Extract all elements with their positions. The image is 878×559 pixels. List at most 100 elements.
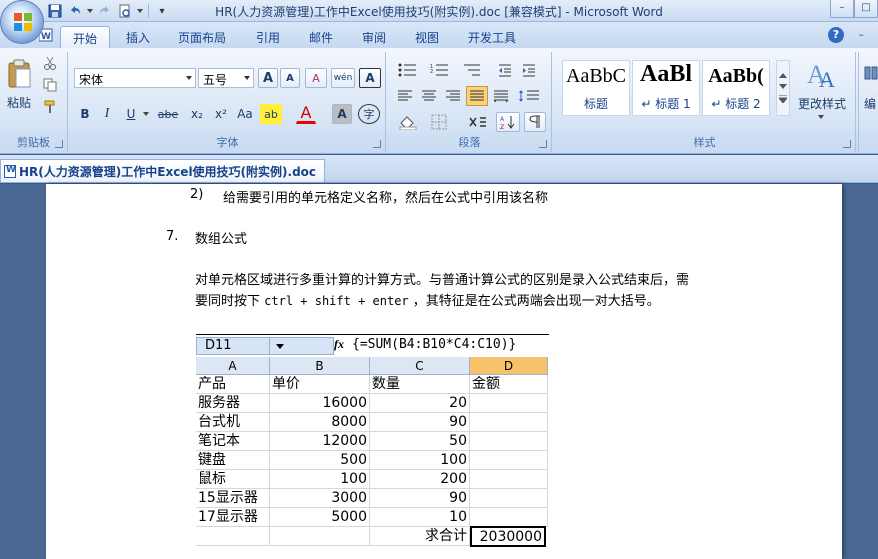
excel-cell — [470, 451, 548, 470]
maximize-button[interactable]: □ — [854, 0, 878, 18]
redo-icon[interactable] — [96, 2, 114, 20]
document-tab-bar: HR(人力资源管理)工作中Excel使用技巧(附实例).doc — [0, 155, 878, 183]
tab-references[interactable]: 引用 — [246, 26, 290, 48]
help-icon[interactable]: ? — [828, 27, 844, 43]
svg-text:Z: Z — [500, 124, 504, 130]
customize-qat-button[interactable]: ▾ — [153, 2, 171, 20]
bold-button[interactable]: B — [76, 104, 94, 124]
bullets-icon[interactable] — [394, 60, 424, 80]
ribbon-tab-strip: W 开始 插入 页面布局 引用 邮件 审阅 视图 开发工具 ? – — [0, 22, 878, 48]
change-case-button[interactable]: Aa — [234, 104, 256, 124]
styles-scroll[interactable] — [776, 60, 790, 116]
font-color-button[interactable]: A — [296, 102, 316, 124]
borders-icon[interactable] — [426, 112, 454, 132]
align-left-icon[interactable] — [394, 86, 416, 106]
multilevel-list-icon[interactable] — [458, 60, 488, 80]
binoculars-icon[interactable] — [863, 58, 878, 88]
font-group-label: 字体 — [216, 136, 239, 149]
numbering-icon[interactable]: 12 — [426, 60, 456, 80]
phonetic-guide-button[interactable]: wén — [331, 68, 355, 88]
clipboard-launcher-icon[interactable] — [55, 140, 63, 148]
change-styles-button[interactable]: 更改样式 — [790, 94, 854, 112]
font-size-combo[interactable]: 五号 — [198, 68, 254, 88]
office-button[interactable] — [0, 0, 44, 44]
qat-dropdown-icon[interactable] — [136, 2, 144, 20]
increase-indent-icon[interactable] — [518, 60, 540, 80]
font-launcher-icon[interactable] — [373, 140, 381, 148]
line-spacing-icon[interactable] — [514, 86, 544, 106]
underline-dropdown-icon[interactable] — [142, 104, 150, 124]
chinese-layout-icon[interactable] — [464, 112, 492, 132]
chevron-down-icon[interactable] — [779, 84, 787, 89]
print-preview-icon[interactable] — [116, 2, 134, 20]
show-marks-icon[interactable] — [524, 112, 546, 132]
distributed-icon[interactable] — [490, 86, 512, 106]
excel-cell — [470, 394, 548, 413]
style-item-heading1[interactable]: AaBl ↵ 标题 1 — [632, 60, 700, 116]
align-center-icon[interactable] — [418, 86, 440, 106]
word-document-icon — [4, 165, 16, 178]
styles-launcher-icon[interactable] — [843, 140, 851, 148]
sort-icon[interactable]: AZ — [496, 112, 520, 132]
save-icon[interactable] — [46, 2, 64, 20]
clear-format-button[interactable]: A — [305, 68, 327, 88]
tab-home[interactable]: 开始 — [60, 26, 110, 48]
style-item-heading2[interactable]: AaBb( ↵ 标题 2 — [702, 60, 770, 116]
tab-review[interactable]: 审阅 — [352, 26, 396, 48]
minimize-button[interactable]: – — [830, 0, 854, 18]
embedded-excel-image[interactable]: D11 fx {=SUM(B4:B10*C4:C10)} A B C D 产品 单价 数量金… — [196, 334, 549, 549]
undo-dropdown-icon[interactable] — [86, 2, 94, 20]
justify-icon[interactable] — [466, 86, 488, 106]
excel-cell: 键盘 — [196, 451, 270, 470]
office-logo-icon — [14, 13, 32, 31]
fx-icon: fx — [334, 337, 344, 351]
enclose-characters-button[interactable]: 字 — [358, 104, 380, 124]
tab-mailings[interactable]: 邮件 — [300, 26, 342, 48]
paragraph-line-1: 对单元格区域进行多重计算的计算方式。与普通计算公式的区别是录入公式结束后，需 — [195, 273, 690, 288]
align-right-icon[interactable] — [442, 86, 464, 106]
subscript-button[interactable]: x₂ — [186, 104, 208, 124]
undo-icon[interactable] — [66, 2, 84, 20]
tab-insert[interactable]: 插入 — [114, 26, 162, 48]
excel-cell: 鼠标 — [196, 470, 270, 489]
list-item-text: 给需要引用的单元格定义名称，然后在公式中引用该名称 — [223, 191, 549, 206]
underline-button[interactable]: U — [122, 104, 140, 124]
shading-icon[interactable] — [394, 112, 422, 132]
paste-button[interactable]: 粘贴 — [4, 94, 34, 110]
tab-view[interactable]: 视图 — [405, 26, 449, 48]
font-name-combo[interactable]: 宋体 — [74, 68, 196, 88]
paragraph-launcher-icon[interactable] — [539, 140, 547, 148]
more-styles-icon[interactable] — [779, 95, 787, 103]
excel-cell — [470, 508, 548, 527]
grow-font-button[interactable]: A — [258, 68, 278, 88]
italic-button[interactable]: I — [98, 104, 116, 124]
chevron-up-icon[interactable] — [779, 73, 787, 78]
style-item-title[interactable]: AaBbC 标题 — [562, 60, 630, 116]
ribbon-minimize-button[interactable]: – — [859, 28, 865, 41]
copy-icon[interactable] — [40, 76, 60, 94]
shrink-font-button[interactable]: A — [280, 68, 300, 88]
tab-developer[interactable]: 开发工具 — [460, 26, 524, 48]
excel-cell: 单价 — [270, 375, 370, 394]
paste-icon[interactable] — [4, 56, 34, 92]
excel-name-box: D11 — [196, 337, 270, 355]
tab-page-layout[interactable]: 页面布局 — [170, 26, 234, 48]
strikethrough-button[interactable]: abe — [154, 104, 182, 124]
decrease-indent-icon[interactable] — [494, 60, 516, 80]
change-styles-icon[interactable]: AA — [798, 58, 846, 90]
chevron-down-icon[interactable] — [816, 112, 826, 122]
excel-column-header: B — [270, 357, 370, 375]
format-painter-icon[interactable] — [40, 98, 60, 116]
editing-button[interactable]: 编 — [861, 94, 878, 112]
excel-cell: 数量 — [370, 375, 470, 394]
document-tab[interactable]: HR(人力资源管理)工作中Excel使用技巧(附实例).doc — [0, 159, 326, 182]
cut-icon[interactable] — [40, 54, 60, 72]
excel-cell: 台式机 — [196, 413, 270, 432]
excel-cell: 17显示器 — [196, 508, 270, 527]
superscript-button[interactable]: x² — [210, 104, 232, 124]
excel-cell: 产品 — [196, 375, 270, 394]
highlight-button[interactable]: ab — [260, 104, 282, 124]
character-shading-button[interactable]: A — [332, 104, 352, 124]
chevron-down-icon — [270, 337, 334, 355]
character-border-button[interactable]: A — [359, 68, 381, 88]
